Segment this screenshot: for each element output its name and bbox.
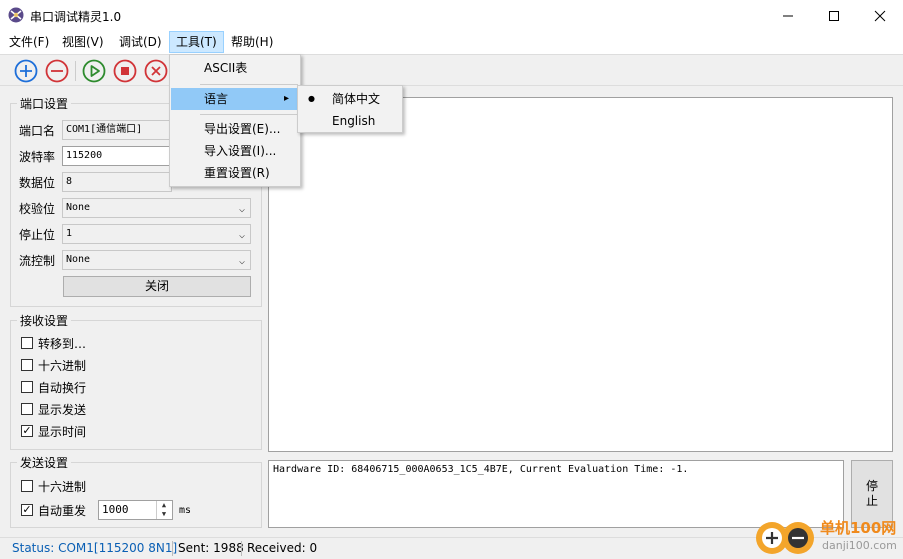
selected-bullet-icon: ●	[308, 94, 315, 103]
flow-control-select[interactable]: None ⌵	[62, 250, 251, 270]
chevron-down-icon: ⌵	[238, 204, 245, 215]
send-text-content: Hardware ID: 68406715_000A0653_1C5_4B7E,…	[273, 464, 689, 475]
menu-item-export-settings[interactable]: 导出设置(E)...	[171, 118, 299, 140]
receive-text-area[interactable]	[268, 97, 893, 452]
language-submenu: ● 简体中文 English	[297, 85, 403, 133]
menu-bar: 文件(F) 视图(V) 调试(D) 工具(T) 帮助(H)	[0, 31, 903, 54]
port-name-value: COM1[通信端口]	[66, 124, 143, 135]
chevron-down-icon: ⌵	[238, 230, 245, 241]
watermark-emblem-icon	[756, 522, 814, 554]
data-bits-select[interactable]: 8	[62, 172, 172, 192]
menu-item-label: 简体中文	[332, 92, 381, 106]
parity-label: 校验位	[19, 202, 56, 216]
resend-interval-value: 1000	[102, 503, 129, 516]
minimize-button[interactable]	[765, 0, 811, 31]
stop-bits-value: 1	[66, 228, 73, 239]
status-separator	[172, 541, 173, 556]
receive-hex-label: 十六进制	[38, 359, 87, 373]
flow-control-label: 流控制	[19, 254, 56, 268]
remove-icon[interactable]	[45, 59, 69, 83]
resend-interval-input[interactable]: 1000 ▲ ▼	[98, 500, 173, 520]
baud-rate-label: 波特率	[19, 150, 56, 164]
auto-resend-label: 自动重发	[38, 504, 87, 518]
baud-rate-value: 115200	[66, 150, 103, 161]
window-title: 串口调试精灵1.0	[30, 10, 122, 24]
app-logo-icon	[8, 7, 24, 23]
interval-unit: ms	[179, 505, 192, 516]
watermark-site-url: danji100.com	[822, 539, 897, 552]
menu-item-label: 重置设置(R)	[204, 166, 270, 180]
port-settings-title: 端口设置	[17, 95, 72, 112]
send-settings-title: 发送设置	[17, 454, 72, 471]
parity-select[interactable]: None ⌵	[62, 198, 251, 218]
checkmark-icon: ✓	[22, 424, 32, 437]
interval-stepper[interactable]: ▲ ▼	[156, 501, 171, 519]
send-hex-label: 十六进制	[38, 480, 87, 494]
close-icon	[874, 10, 886, 21]
show-send-checkbox[interactable]	[21, 403, 33, 415]
watermark-logo: 单机100网 danji100.com	[752, 514, 900, 558]
maximize-button[interactable]	[811, 0, 857, 31]
title-bar: 串口调试精灵1.0	[0, 0, 903, 31]
flow-control-value: None	[66, 254, 91, 265]
auto-resend-checkbox[interactable]: ✓	[21, 504, 33, 516]
menu-help[interactable]: 帮助(H)	[225, 31, 279, 53]
show-time-label: 显示时间	[38, 425, 87, 439]
show-send-label: 显示发送	[38, 403, 87, 417]
menu-item-ascii-table[interactable]: ASCII表	[171, 57, 299, 79]
toolbar-separator	[75, 61, 76, 81]
port-name-label: 端口名	[19, 124, 56, 138]
receive-settings-title: 接收设置	[17, 312, 72, 329]
menu-item-language[interactable]: 语言 ▸	[171, 88, 299, 110]
auto-wrap-label: 自动换行	[38, 381, 87, 395]
checkmark-icon: ✓	[22, 503, 32, 516]
received-count: Received: 0	[247, 541, 318, 555]
menu-debug[interactable]: 调试(D)	[113, 31, 168, 53]
watermark-site-name: 单机100网	[820, 519, 897, 537]
menu-item-label: 导出设置(E)...	[204, 122, 281, 136]
chevron-down-icon: ⌵	[238, 256, 245, 267]
menu-item-import-settings[interactable]: 导入设置(I)...	[171, 140, 299, 162]
menu-item-label: ASCII表	[204, 61, 248, 75]
port-name-select[interactable]: COM1[通信端口]	[62, 120, 172, 140]
redirect-label: 转移到…	[38, 337, 87, 351]
redirect-checkbox[interactable]	[21, 337, 33, 349]
menu-item-english[interactable]: English	[299, 110, 401, 132]
toolbar	[0, 54, 903, 86]
menu-separator	[200, 114, 298, 115]
stop-bits-label: 停止位	[19, 228, 56, 242]
status-text: Status: COM1[115200 8N1]	[12, 541, 178, 555]
menu-tools[interactable]: 工具(T)	[169, 31, 224, 53]
menu-item-reset-settings[interactable]: 重置设置(R)	[171, 162, 299, 184]
menu-item-label: English	[332, 114, 376, 128]
show-time-checkbox[interactable]: ✓	[21, 425, 33, 437]
cancel-icon[interactable]	[144, 59, 168, 83]
menu-view[interactable]: 视图(V)	[56, 31, 110, 53]
menu-item-label: 导入设置(I)...	[204, 144, 277, 158]
submenu-arrow-icon: ▸	[283, 93, 289, 104]
send-hex-checkbox[interactable]	[21, 480, 33, 492]
menu-file[interactable]: 文件(F)	[3, 31, 55, 53]
tools-dropdown-menu: ASCII表 语言 ▸ 导出设置(E)... 导入设置(I)... 重置设置(R)	[169, 54, 301, 187]
menu-separator	[200, 84, 298, 85]
maximize-icon	[829, 10, 839, 21]
menu-item-label: 语言	[204, 92, 229, 106]
sent-count: Sent: 1988	[178, 541, 244, 555]
parity-value: None	[66, 202, 91, 213]
receive-hex-checkbox[interactable]	[21, 359, 33, 371]
stop-icon[interactable]	[113, 59, 137, 83]
stop-bits-select[interactable]: 1 ⌵	[62, 224, 251, 244]
menu-item-simplified-chinese[interactable]: ● 简体中文	[299, 88, 401, 110]
auto-wrap-checkbox[interactable]	[21, 381, 33, 393]
minimize-icon	[783, 15, 793, 16]
baud-rate-select[interactable]: 115200	[62, 146, 172, 166]
close-window-button[interactable]	[857, 0, 903, 31]
data-bits-value: 8	[66, 176, 73, 187]
add-icon[interactable]	[14, 59, 38, 83]
data-bits-label: 数据位	[19, 176, 56, 190]
status-separator	[241, 541, 242, 556]
play-icon[interactable]	[82, 59, 106, 83]
close-port-button[interactable]: 关闭	[63, 276, 251, 297]
